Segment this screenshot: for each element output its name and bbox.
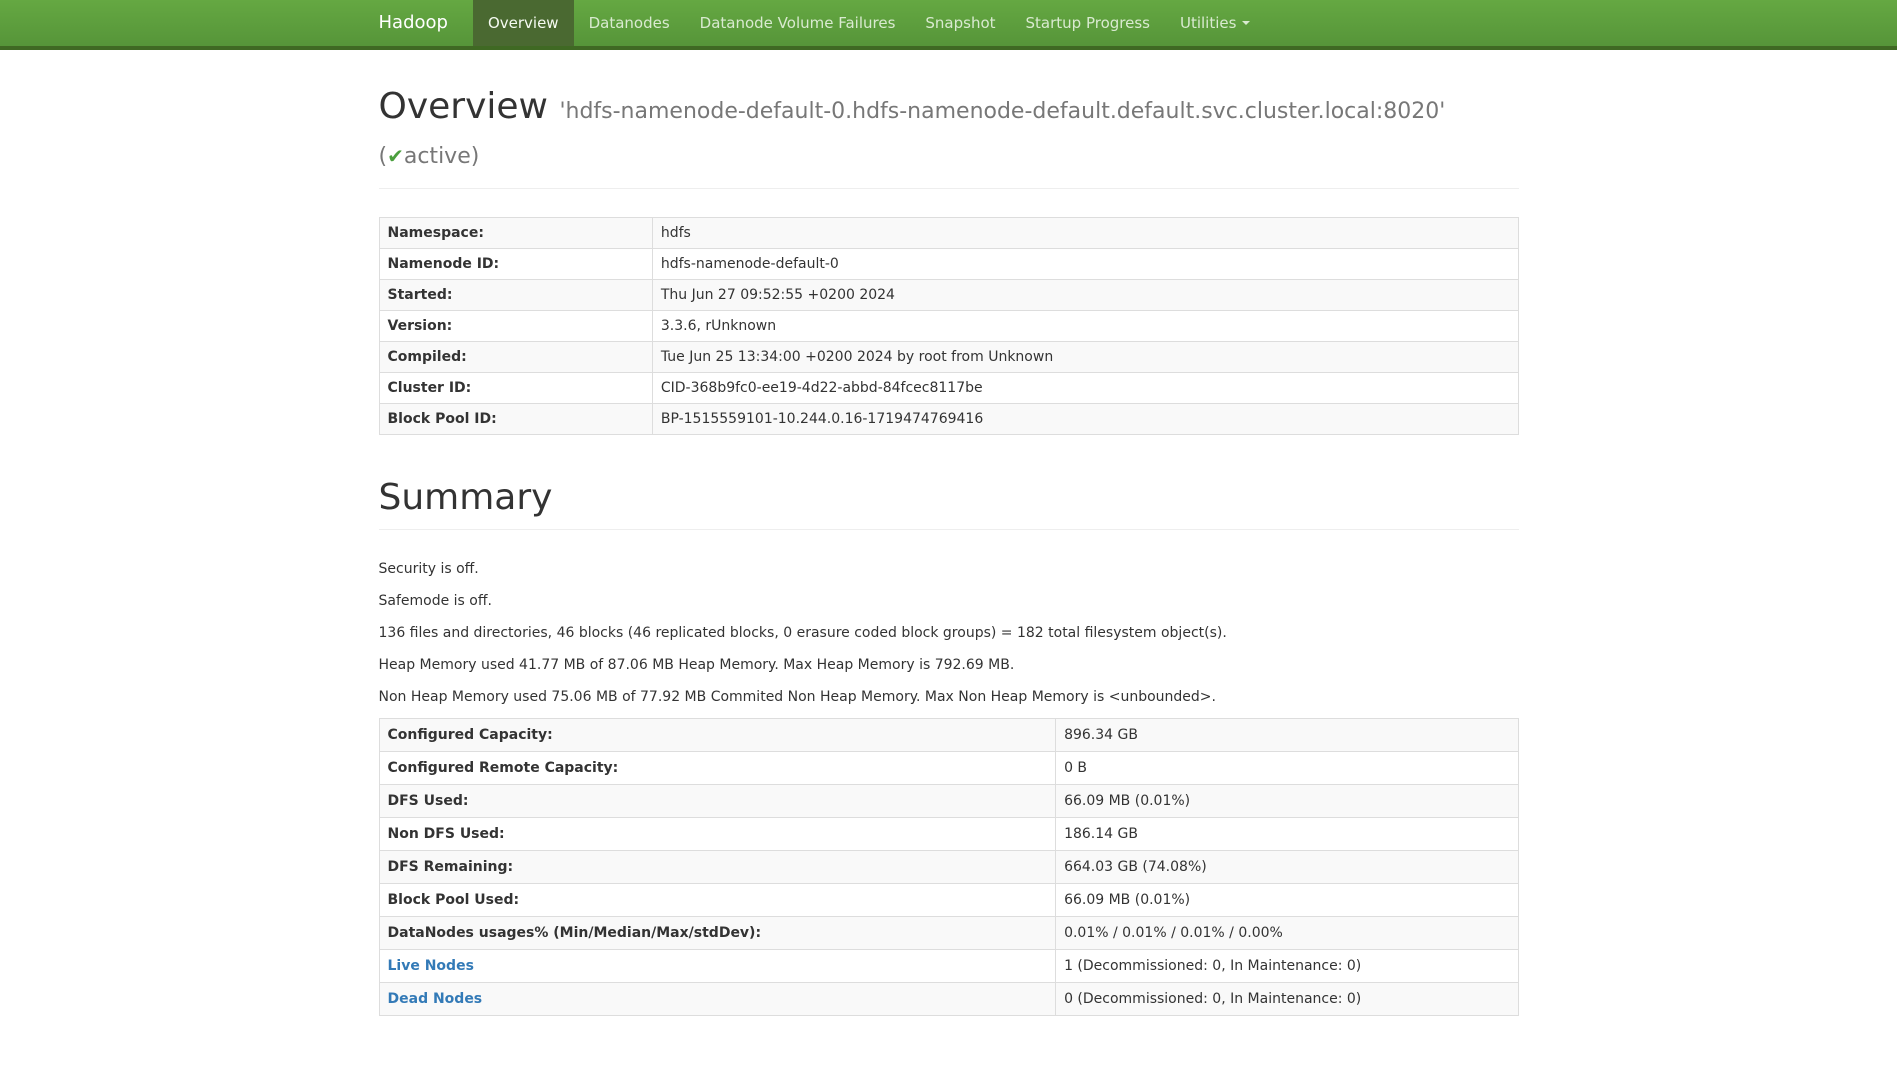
table-row: Started: Thu Jun 27 09:52:55 +0200 2024 bbox=[379, 280, 1518, 311]
row-label: Compiled: bbox=[379, 342, 652, 373]
row-label: Configured Capacity: bbox=[379, 719, 1056, 752]
summary-page-header: Summary bbox=[379, 475, 1519, 530]
table-row: Version: 3.3.6, rUnknown bbox=[379, 311, 1518, 342]
table-row: Configured Capacity: 896.34 GB bbox=[379, 719, 1518, 752]
navbar-menu: Overview Datanodes Datanode Volume Failu… bbox=[473, 0, 1266, 46]
row-value: 1 (Decommissioned: 0, In Maintenance: 0) bbox=[1056, 950, 1518, 983]
row-value: 664.03 GB (74.08%) bbox=[1056, 851, 1518, 884]
hadoop-brand[interactable]: Hadoop bbox=[379, 0, 463, 46]
row-value: 896.34 GB bbox=[1056, 719, 1518, 752]
table-row: DataNodes usages% (Min/Median/Max/stdDev… bbox=[379, 917, 1518, 950]
row-label: DFS Used: bbox=[379, 785, 1056, 818]
row-value: Tue Jun 25 13:34:00 +0200 2024 by root f… bbox=[652, 342, 1518, 373]
table-row: Live Nodes 1 (Decommissioned: 0, In Main… bbox=[379, 950, 1518, 983]
nav-item-datanode-volume-failures[interactable]: Datanode Volume Failures bbox=[685, 0, 911, 46]
state-close-paren: ) bbox=[471, 144, 480, 169]
row-label: Cluster ID: bbox=[379, 373, 652, 404]
row-value: Thu Jun 27 09:52:55 +0200 2024 bbox=[652, 280, 1518, 311]
row-value: hdfs bbox=[652, 218, 1518, 249]
active-check-icon: ✔ bbox=[387, 144, 404, 168]
row-value: CID-368b9fc0-ee19-4d22-abbd-84fcec8117be bbox=[652, 373, 1518, 404]
table-row: Block Pool ID: BP-1515559101-10.244.0.16… bbox=[379, 404, 1518, 435]
summary-line-non-heap-memory: Non Heap Memory used 75.06 MB of 77.92 M… bbox=[379, 686, 1519, 708]
row-value: 0.01% / 0.01% / 0.01% / 0.00% bbox=[1056, 917, 1518, 950]
row-value: 66.09 MB (0.01%) bbox=[1056, 884, 1518, 917]
row-label: Namenode ID: bbox=[379, 249, 652, 280]
nav-item-overview[interactable]: Overview bbox=[473, 0, 574, 46]
row-label: Live Nodes bbox=[379, 950, 1056, 983]
table-row: Namenode ID: hdfs-namenode-default-0 bbox=[379, 249, 1518, 280]
nav-item-snapshot[interactable]: Snapshot bbox=[910, 0, 1010, 46]
top-navbar: Hadoop Overview Datanodes Datanode Volum… bbox=[0, 0, 1897, 50]
nav-item-utilities-dropdown[interactable]: Utilities bbox=[1165, 0, 1265, 46]
row-label: DFS Remaining: bbox=[379, 851, 1056, 884]
row-value: 0 (Decommissioned: 0, In Maintenance: 0) bbox=[1056, 983, 1518, 1016]
overview-page-header: Overview 'hdfs-namenode-default-0.hdfs-n… bbox=[379, 84, 1519, 189]
nav-item-startup-progress[interactable]: Startup Progress bbox=[1011, 0, 1165, 46]
page-title-text: Overview bbox=[379, 86, 549, 127]
row-value: 0 B bbox=[1056, 752, 1518, 785]
table-row: Non DFS Used: 186.14 GB bbox=[379, 818, 1518, 851]
summary-stats-table: Configured Capacity: 896.34 GB Configure… bbox=[379, 718, 1519, 1016]
row-label: Dead Nodes bbox=[379, 983, 1056, 1016]
table-row: Namespace: hdfs bbox=[379, 218, 1518, 249]
row-value: 3.3.6, rUnknown bbox=[652, 311, 1518, 342]
row-label: Block Pool ID: bbox=[379, 404, 652, 435]
row-value: hdfs-namenode-default-0 bbox=[652, 249, 1518, 280]
nav-item-utilities-label: Utilities bbox=[1180, 14, 1236, 32]
nav-item-overview-label: Overview bbox=[488, 14, 559, 32]
row-label: DataNodes usages% (Min/Median/Max/stdDev… bbox=[379, 917, 1056, 950]
row-value: BP-1515559101-10.244.0.16-1719474769416 bbox=[652, 404, 1518, 435]
summary-text-block: Security is off. Safemode is off. 136 fi… bbox=[379, 558, 1519, 708]
nav-item-datanodes[interactable]: Datanodes bbox=[574, 0, 685, 46]
cluster-info-table: Namespace: hdfs Namenode ID: hdfs-nameno… bbox=[379, 217, 1519, 435]
live-nodes-link[interactable]: Live Nodes bbox=[388, 958, 474, 974]
table-row: Cluster ID: CID-368b9fc0-ee19-4d22-abbd-… bbox=[379, 373, 1518, 404]
nav-item-snapshot-label: Snapshot bbox=[925, 14, 995, 32]
page-title: Overview 'hdfs-namenode-default-0.hdfs-n… bbox=[379, 84, 1519, 179]
summary-title: Summary bbox=[379, 475, 1519, 520]
namenode-state: (✔active) bbox=[379, 134, 1519, 179]
table-row: Dead Nodes 0 (Decommissioned: 0, In Main… bbox=[379, 983, 1518, 1016]
dead-nodes-link[interactable]: Dead Nodes bbox=[388, 991, 483, 1007]
caret-down-icon bbox=[1242, 21, 1250, 25]
nav-item-datanode-volume-failures-label: Datanode Volume Failures bbox=[700, 14, 896, 32]
state-label: active bbox=[404, 144, 471, 169]
state-open-paren: ( bbox=[379, 144, 388, 169]
namenode-address: 'hdfs-namenode-default-0.hdfs-namenode-d… bbox=[559, 99, 1445, 124]
summary-line-safemode: Safemode is off. bbox=[379, 590, 1519, 612]
table-row: DFS Used: 66.09 MB (0.01%) bbox=[379, 785, 1518, 818]
summary-line-heap-memory: Heap Memory used 41.77 MB of 87.06 MB He… bbox=[379, 654, 1519, 676]
row-label: Non DFS Used: bbox=[379, 818, 1056, 851]
summary-line-filesystem-objects: 136 files and directories, 46 blocks (46… bbox=[379, 622, 1519, 644]
table-row: DFS Remaining: 664.03 GB (74.08%) bbox=[379, 851, 1518, 884]
table-row: Compiled: Tue Jun 25 13:34:00 +0200 2024… bbox=[379, 342, 1518, 373]
summary-line-security: Security is off. bbox=[379, 558, 1519, 580]
nav-item-datanodes-label: Datanodes bbox=[589, 14, 670, 32]
row-label: Configured Remote Capacity: bbox=[379, 752, 1056, 785]
row-label: Version: bbox=[379, 311, 652, 342]
row-value: 186.14 GB bbox=[1056, 818, 1518, 851]
nav-item-startup-progress-label: Startup Progress bbox=[1026, 14, 1150, 32]
table-row: Configured Remote Capacity: 0 B bbox=[379, 752, 1518, 785]
row-value: 66.09 MB (0.01%) bbox=[1056, 785, 1518, 818]
row-label: Namespace: bbox=[379, 218, 652, 249]
table-row: Block Pool Used: 66.09 MB (0.01%) bbox=[379, 884, 1518, 917]
row-label: Started: bbox=[379, 280, 652, 311]
row-label: Block Pool Used: bbox=[379, 884, 1056, 917]
